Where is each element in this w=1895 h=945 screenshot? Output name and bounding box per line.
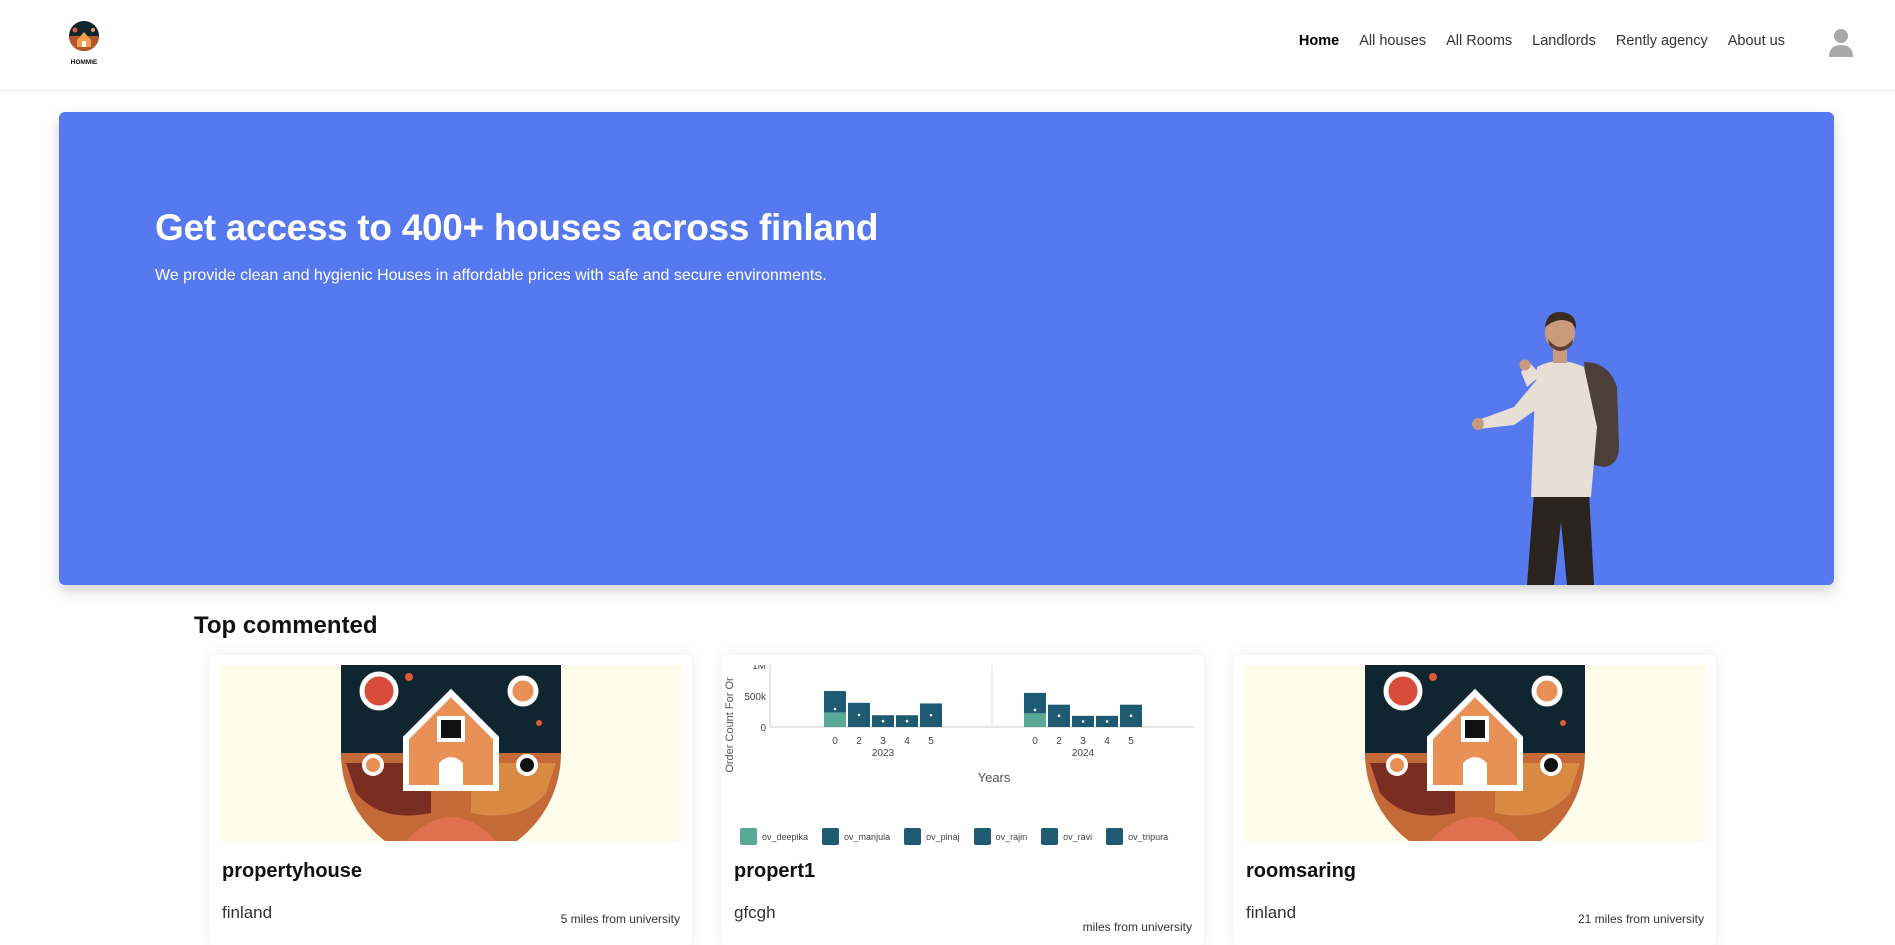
chart-thumbnail: Order Count For Or Years 0500k1M0 2 3 4 5202… — [724, 661, 1194, 785]
property-image — [1244, 665, 1706, 841]
property-image — [220, 665, 682, 841]
card-title: propertyhouse — [222, 860, 363, 882]
chart-group-label: 2023 — [872, 748, 895, 759]
card-distance: 5 miles from university — [560, 912, 680, 926]
legend-label: ov_rajin — [995, 831, 1028, 842]
legend-swatch — [822, 828, 840, 845]
chart-ylabel: Order Count For Or — [724, 677, 736, 773]
legend-label: ov_deepika — [762, 831, 809, 842]
chart-group-label: 2024 — [1072, 748, 1095, 759]
legend-label: ov_pinaj — [926, 831, 960, 842]
nav-all-houses[interactable]: All houses — [1359, 33, 1426, 49]
card-distance: miles from university — [1082, 920, 1192, 934]
chart-xlabel: Years — [978, 770, 1011, 785]
chart-x-tick: 5 — [928, 736, 934, 747]
chart-bar-marker — [881, 719, 885, 723]
user-avatar-icon[interactable] — [1828, 28, 1854, 58]
navbar: HOMMIE Home All houses All Rooms Landlor… — [0, 0, 1895, 91]
chart-bar-marker — [1057, 714, 1061, 718]
chart-y-tick: 500k — [744, 692, 767, 703]
legend-item: ov_ravi — [1041, 828, 1092, 845]
legend-swatch — [1041, 828, 1059, 845]
card-location: gfcgh — [734, 903, 776, 922]
chart-x-tick: 2 — [1056, 736, 1062, 747]
chart-bar-marker — [905, 719, 909, 723]
legend-label: ov_ravi — [1063, 831, 1093, 842]
hero-banner: Get access to 400+ houses across finland… — [59, 112, 1834, 585]
legend-label: ov_manjula — [844, 831, 891, 842]
legend-swatch — [1106, 828, 1124, 845]
chart-x-tick: 4 — [904, 736, 910, 747]
nav-rently-agency[interactable]: Rently agency — [1616, 33, 1708, 49]
legend-item: ov_rajin — [973, 828, 1028, 845]
chart-legend: ov_deepika ov_manjula ov_pinaj ov_rajin … — [740, 828, 1168, 845]
logo-text: HOMMIE — [71, 59, 98, 66]
legend-label: ov_tripura — [1128, 831, 1169, 842]
legend-swatch — [740, 828, 757, 845]
property-card[interactable]: Order Count For Or Years 0 500k 1M 0 2 3 4 5 202… — [722, 655, 1204, 945]
chart-x-tick: 4 — [1104, 736, 1110, 747]
chart-x-tick: 2 — [856, 736, 862, 747]
hero-subtitle: We provide clean and hygienic Houses in … — [155, 267, 827, 284]
chart-bar-marker — [1105, 720, 1109, 723]
chart-bar-segment — [824, 712, 846, 727]
legend-swatch — [904, 828, 922, 845]
nav-about-us[interactable]: About us — [1728, 33, 1785, 49]
chart-x-tick: 5 — [1128, 736, 1134, 747]
card-title: roomsaring — [1246, 860, 1357, 882]
legend-item: ov_tripura — [1106, 828, 1168, 845]
legend-swatch — [973, 828, 991, 845]
chart-x-tick: 3 — [1080, 736, 1086, 747]
nav-home[interactable]: Home — [1299, 33, 1339, 49]
card-location: finland — [1246, 903, 1297, 922]
chart-bar-marker — [833, 707, 837, 711]
chart-bar-segment — [1024, 713, 1046, 727]
section-title: Top commented — [194, 612, 378, 639]
nav-links: Home All houses All Rooms Landlords Rent… — [1299, 33, 1785, 49]
card-location: finland — [222, 903, 273, 922]
property-image: Order Count For Or Years 0 500k 1M 0 2 3 4 5 202… — [722, 661, 1204, 845]
chart-bar-marker — [929, 713, 933, 717]
chart-x-tick: 3 — [880, 736, 886, 747]
legend-item: ov_deepika — [740, 828, 808, 845]
card-distance: 21 miles from university — [1577, 912, 1704, 926]
nav-all-rooms[interactable]: All Rooms — [1446, 33, 1512, 49]
chart-bar-marker — [857, 713, 861, 717]
property-card[interactable]: roomsaring finland 21 miles from univers… — [1234, 655, 1716, 945]
chart-bar-marker — [1081, 720, 1085, 723]
nav-landlords[interactable]: Landlords — [1532, 33, 1596, 49]
chart-y-tick: 1M — [752, 665, 766, 672]
hero-title: Get access to 400+ houses across finland — [155, 207, 879, 248]
card-title: propert1 — [734, 860, 816, 882]
legend-item: ov_manjula — [822, 828, 890, 845]
hero-person-image — [1472, 311, 1619, 585]
chart-x-tick: 0 — [1032, 736, 1038, 747]
legend-item: ov_pinaj — [904, 828, 960, 845]
chart-y-tick: 0 — [760, 723, 766, 734]
hommie-logo[interactable]: HOMMIE — [64, 20, 104, 66]
property-card[interactable]: propertyhouse finland 5 miles from unive… — [210, 655, 692, 945]
chart-bar-marker — [1033, 708, 1037, 712]
chart-x-tick: 0 — [832, 736, 838, 747]
chart-bar-marker — [1129, 714, 1133, 718]
